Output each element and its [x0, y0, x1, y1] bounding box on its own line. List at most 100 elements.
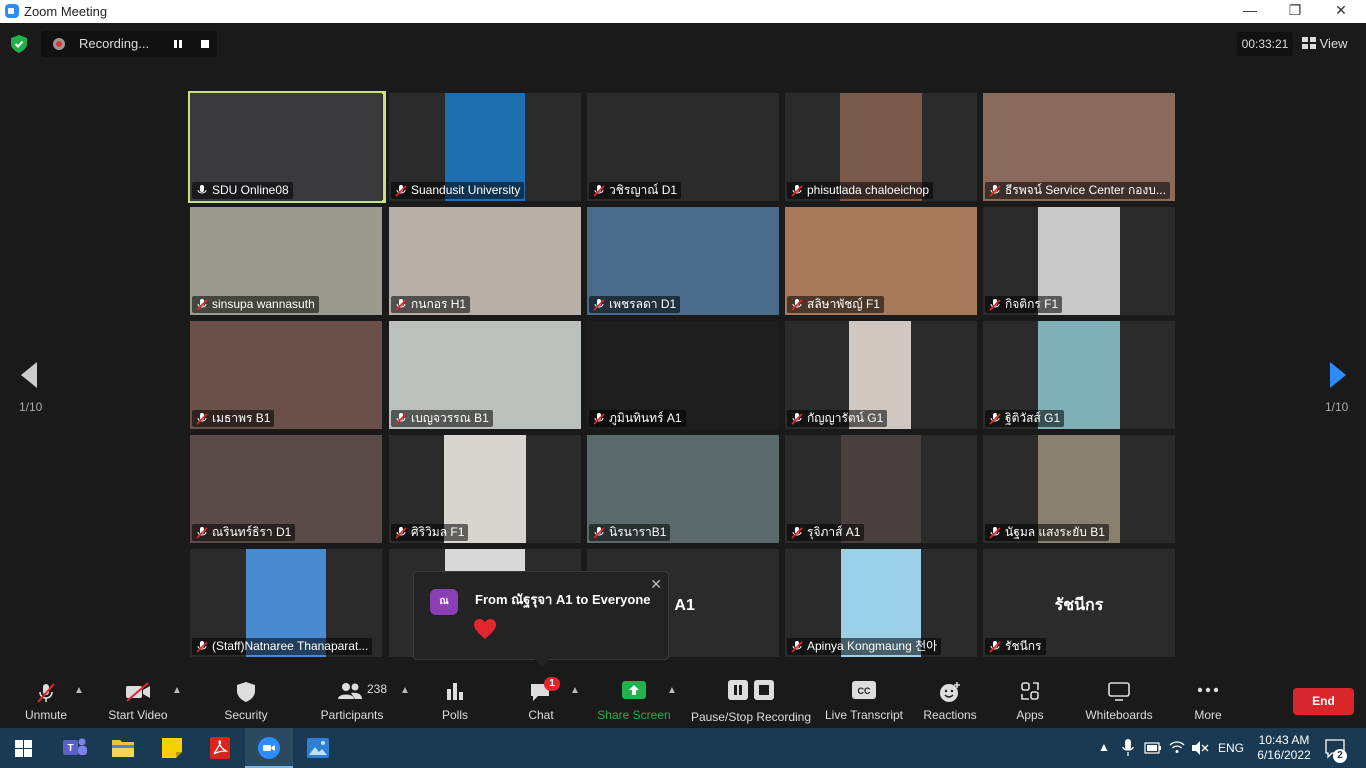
muted-mic-icon [196, 413, 208, 425]
participant-name-label: Suandusit University [391, 182, 525, 199]
start-video-button[interactable]: Start Video [103, 667, 173, 728]
participant-name-label: (Staff)Natnaree Thanaparat... [192, 638, 373, 655]
muted-mic-icon [989, 299, 1001, 311]
shield-icon[interactable] [11, 35, 27, 53]
participant-tile[interactable]: เพชรลดา D1 [587, 207, 779, 315]
participant-name: รัชนีกร [1005, 639, 1042, 653]
participant-tile[interactable]: สลิษาพัชญ์ F1 [785, 207, 977, 315]
participant-name-label: Apinya Kongmaung 천아 [787, 638, 942, 655]
tray-expand-icon[interactable]: ▲ [1098, 740, 1110, 754]
taskbar-zoom-app[interactable] [245, 728, 293, 768]
end-meeting-button[interactable]: End [1293, 688, 1354, 715]
participants-options-caret-icon[interactable]: ▲ [400, 685, 410, 696]
muted-mic-icon [196, 641, 208, 653]
clock-time: 10:43 AM [1258, 733, 1310, 747]
participant-tile[interactable]: กนกอร H1 [389, 207, 581, 315]
taskbar-teams-app[interactable]: T [51, 728, 99, 768]
meeting-toolbar: Unmute ▲ Start Video ▲ Security 238 Part… [0, 667, 1366, 728]
chat-options-caret-icon[interactable]: ▲ [570, 685, 580, 696]
chat-label: Chat [528, 708, 554, 722]
maximize-button[interactable]: ❐ [1272, 0, 1318, 23]
whiteboards-label: Whiteboards [1085, 708, 1153, 722]
muted-mic-icon [593, 527, 605, 539]
reactions-button[interactable]: Reactions [920, 667, 980, 728]
close-popup-icon[interactable]: ✕ [650, 576, 662, 593]
view-button[interactable]: View [1302, 32, 1348, 56]
live-transcript-button[interactable]: CC Live Transcript [824, 667, 904, 728]
share-screen-button[interactable]: Share Screen [597, 667, 671, 728]
participant-tile[interactable]: วชิรญาณ์ D1 [587, 93, 779, 201]
participant-tile[interactable]: Apinya Kongmaung 천아 [785, 549, 977, 657]
audio-options-caret-icon[interactable]: ▲ [74, 685, 84, 696]
language-indicator[interactable]: ENG [1218, 741, 1244, 755]
participant-tile[interactable]: เมธาพร B1 [190, 321, 382, 429]
taskbar-sticky-notes-app[interactable] [148, 728, 196, 768]
pause-stop-recording-button[interactable]: Pause/Stop Recording [690, 667, 812, 728]
participant-tile[interactable]: นัฐมล แสงระยับ B1 [983, 435, 1175, 543]
participant-tile[interactable]: SDU Online08 [188, 91, 386, 203]
participant-name: ณรินทร์ธิรา D1 [212, 525, 292, 539]
sender-avatar: ณ [430, 589, 458, 615]
taskbar-photos-app[interactable] [294, 728, 342, 768]
microphone-tray-icon[interactable] [1122, 739, 1134, 757]
participant-tile[interactable]: ฐิติวัสส์ G1 [983, 321, 1175, 429]
participant-tile[interactable]: นิรนาราB1 [587, 435, 779, 543]
participant-tile[interactable]: ศิริวิมล F1 [389, 435, 581, 543]
close-button[interactable]: ✕ [1318, 0, 1364, 23]
participant-tile[interactable]: ภูมินทินทร์ A1 [587, 321, 779, 429]
participant-name: phisutlada chaloeichop [807, 183, 930, 197]
more-button[interactable]: More [1186, 667, 1230, 728]
muted-mic-icon [989, 413, 1001, 425]
cc-icon: CC [852, 681, 876, 699]
unmute-button[interactable]: Unmute [16, 667, 76, 728]
participants-icon [338, 683, 362, 699]
participant-tile[interactable]: ณรินทร์ธิรา D1 [190, 435, 382, 543]
next-page-arrow-icon[interactable] [1328, 360, 1348, 390]
muted-mic-icon [791, 185, 803, 197]
participant-tile[interactable]: (Staff)Natnaree Thanaparat... [190, 549, 382, 657]
pause-stop-recording-label: Pause/Stop Recording [690, 710, 812, 724]
participant-tile[interactable]: Suandusit University [389, 93, 581, 201]
participant-tile[interactable]: sinsupa wannasuth [190, 207, 382, 315]
start-video-label: Start Video [108, 708, 168, 722]
taskbar-clock[interactable]: 10:43 AM 6/16/2022 [1255, 733, 1313, 763]
windows-start-icon[interactable] [15, 740, 32, 757]
polls-button[interactable]: Polls [433, 667, 477, 728]
participant-name: นิรนาราB1 [609, 525, 667, 539]
volume-muted-icon[interactable] [1191, 741, 1209, 755]
wifi-icon[interactable] [1169, 740, 1185, 754]
participant-tile[interactable]: เบญจวรรณ B1 [389, 321, 581, 429]
page-indicator-right: 1/10 [1325, 400, 1349, 414]
chat-notification-popup[interactable]: ณ From ณัฐรุจา A1 to Everyone ✕ [413, 571, 669, 667]
muted-mic-icon [593, 185, 605, 197]
muted-mic-icon [989, 527, 1001, 539]
participant-name-label: ศิริวิมล F1 [391, 524, 469, 541]
stop-recording-icon[interactable] [200, 39, 210, 49]
participant-tile[interactable]: กัญญารัตน์ G1 [785, 321, 977, 429]
apps-button[interactable]: Apps [1008, 667, 1052, 728]
participant-tile[interactable]: phisutlada chaloeichop [785, 93, 977, 201]
previous-page-arrow-icon[interactable] [19, 360, 39, 390]
muted-mic-icon [196, 299, 208, 311]
participant-tile[interactable]: กิจติกร F1 [983, 207, 1175, 315]
taskbar-file-explorer-app[interactable] [99, 728, 147, 768]
share-screen-icon [622, 681, 646, 699]
security-button[interactable]: Security [216, 667, 276, 728]
share-options-caret-icon[interactable]: ▲ [667, 685, 677, 696]
pause-recording-icon[interactable] [173, 39, 183, 49]
unmute-label: Unmute [24, 708, 68, 722]
video-options-caret-icon[interactable]: ▲ [172, 685, 182, 696]
participant-name: SDU Online08 [212, 183, 289, 197]
muted-mic-icon [791, 527, 803, 539]
battery-icon[interactable] [1144, 742, 1162, 754]
participants-button[interactable]: 238 Participants [316, 667, 388, 728]
participant-tile[interactable]: รัชนีกร รัชนีกร [983, 549, 1175, 657]
chat-button[interactable]: 1 Chat [516, 667, 566, 728]
muted-mic-icon [791, 299, 803, 311]
participant-tile[interactable]: รุจิภาส์ A1 [785, 435, 977, 543]
participant-tile[interactable]: ธีรพจน์ Service Center กองบ... [983, 93, 1175, 201]
participant-name-label: นิรนาราB1 [589, 524, 671, 541]
taskbar-acrobat-app[interactable] [196, 728, 244, 768]
minimize-button[interactable]: — [1227, 0, 1273, 23]
whiteboards-button[interactable]: Whiteboards [1080, 667, 1158, 728]
